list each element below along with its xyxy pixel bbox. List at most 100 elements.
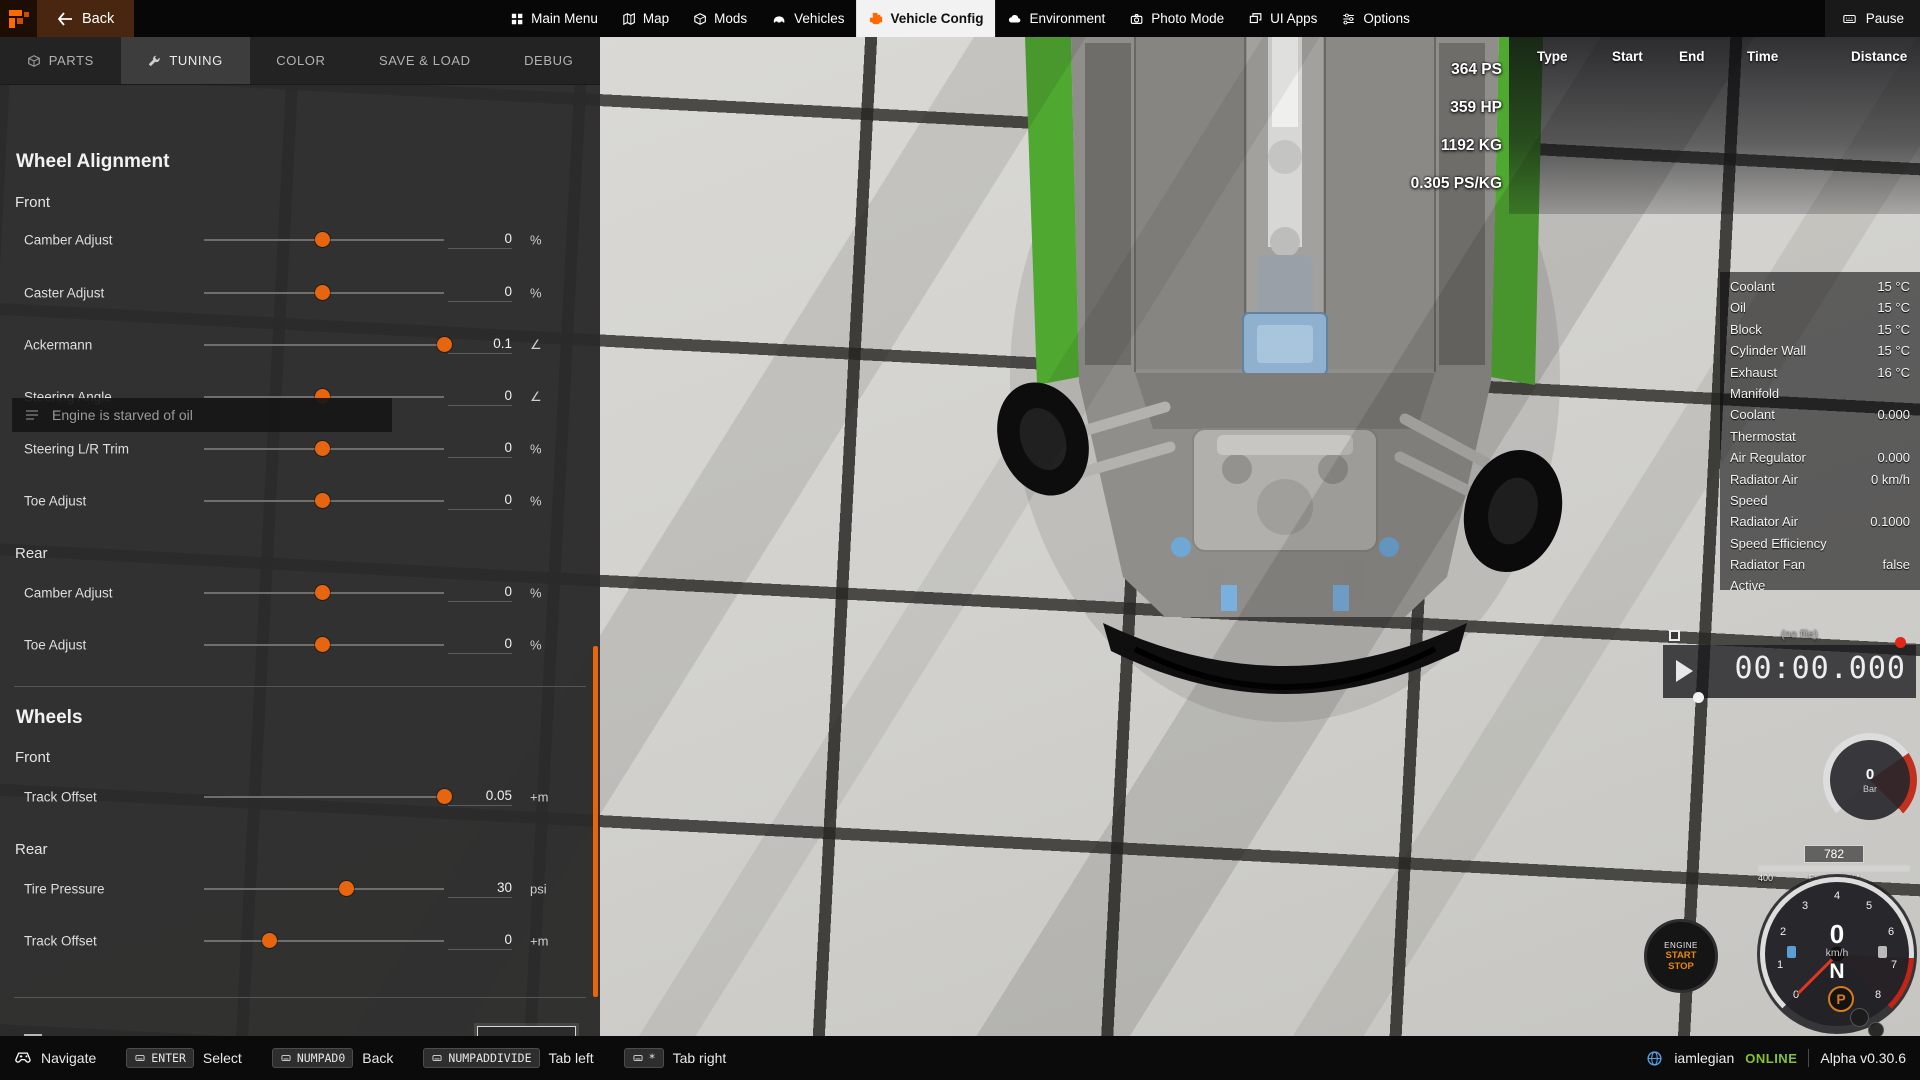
ackermann-slider[interactable] <box>204 337 444 353</box>
menu-ui-apps[interactable]: UI Apps <box>1236 0 1329 37</box>
tab-save-load[interactable]: SAVE & LOAD <box>352 37 497 84</box>
stopwatch-scrub-knob[interactable] <box>1693 692 1704 703</box>
keyboard-icon <box>134 1053 146 1063</box>
track-offset-rear-slider[interactable] <box>204 933 444 949</box>
menu-vehicle-config[interactable]: Vehicle Config <box>856 0 995 37</box>
camber-rear-slider[interactable] <box>204 585 444 601</box>
slider-handle[interactable] <box>339 881 354 896</box>
slider-handle[interactable] <box>315 585 330 600</box>
slider-unit: psi <box>530 882 547 897</box>
session-info: iamlegian ONLINE Alpha v0.30.6 <box>1646 1049 1906 1067</box>
speed-value: 0 <box>1826 921 1849 947</box>
indicator-dot <box>1850 1008 1869 1027</box>
debug-label: Air Regulator <box>1730 447 1877 468</box>
group-wheels-front: Front <box>15 749 50 766</box>
hint-label: Select <box>203 1050 242 1066</box>
menu-vehicles[interactable]: Vehicles <box>759 0 856 37</box>
track-offset-front-slider[interactable] <box>204 789 444 805</box>
slider-value-field[interactable]: 30 <box>448 880 512 898</box>
steering-trim-slider[interactable] <box>204 441 444 457</box>
slider-value-field[interactable]: 0.1 <box>448 336 512 354</box>
vehicle-stats-overlay: 364 PS 359 HP 1192 KG 0.305 PS/KG <box>1280 51 1502 203</box>
key-name: NUMPAD0 <box>297 1051 345 1065</box>
debug-label: Speed <box>1730 490 1910 511</box>
back-button[interactable]: Back <box>37 0 134 37</box>
slider-label: Toe Adjust <box>24 494 86 509</box>
slider-handle[interactable] <box>315 441 330 456</box>
toe-rear-slider[interactable] <box>204 637 444 653</box>
menu-label: Main Menu <box>531 11 598 26</box>
slider-value-field[interactable]: 0 <box>448 584 512 602</box>
debug-label: Radiator Air <box>1730 469 1871 490</box>
debug-label: Oil <box>1730 297 1877 318</box>
slider-unit: +m <box>530 934 548 949</box>
slider-row-track-offset-rear: Track Offset 0 +m <box>0 915 600 967</box>
slider-value-field[interactable]: 0 <box>448 440 512 458</box>
stopwatch-time: 00:00.000 <box>1734 651 1906 686</box>
slider-value-field[interactable]: 0 <box>448 388 512 406</box>
slider-unit: % <box>530 494 542 509</box>
slider-value-field[interactable]: 0 <box>448 492 512 510</box>
caster-front-slider[interactable] <box>204 285 444 301</box>
menu-map[interactable]: Map <box>610 0 681 37</box>
group-rear: Rear <box>15 545 48 562</box>
play-icon[interactable] <box>1676 660 1693 682</box>
menu-options[interactable]: Options <box>1329 0 1422 37</box>
debug-label: Block <box>1730 319 1877 340</box>
menu-mods[interactable]: Mods <box>681 0 759 37</box>
menu-photo-mode[interactable]: Photo Mode <box>1117 0 1236 37</box>
debug-label: Radiator Fan <box>1730 554 1883 575</box>
debug-label: Exhaust <box>1730 362 1877 383</box>
engine-button-label: ENGINE <box>1664 941 1698 950</box>
back-arrow-icon <box>57 12 73 26</box>
tab-label: SAVE & LOAD <box>379 53 471 68</box>
slider-value-field[interactable]: 0 <box>448 231 512 249</box>
key-badge: ENTER <box>126 1048 194 1068</box>
slider-value-field[interactable]: 0 <box>448 284 512 302</box>
timing-header-type: Type <box>1537 49 1568 64</box>
tab-tuning[interactable]: TUNING <box>121 37 250 84</box>
debug-label: Thermostat <box>1730 426 1910 447</box>
slider-handle[interactable] <box>315 232 330 247</box>
panel-scrollbar[interactable] <box>593 646 598 997</box>
record-indicator-icon[interactable] <box>1895 637 1906 648</box>
tab-parts[interactable]: PARTS <box>0 37 121 84</box>
timing-header-end: End <box>1679 49 1705 64</box>
slider-handle[interactable] <box>315 637 330 652</box>
section-wheels: Wheels <box>16 707 83 729</box>
tire-pressure-rear-slider[interactable] <box>204 881 444 897</box>
menu-label: UI Apps <box>1270 11 1317 26</box>
slider-handle[interactable] <box>315 493 330 508</box>
hint-tab-left: NUMPADDIVIDE Tab left <box>423 1048 593 1068</box>
slider-value-field[interactable]: 0.05 <box>448 788 512 806</box>
menu-environment[interactable]: Environment <box>995 0 1117 37</box>
toe-front-slider[interactable] <box>204 493 444 509</box>
camber-front-slider[interactable] <box>204 232 444 248</box>
ui-apps-icon <box>1248 12 1263 26</box>
pause-label: Pause <box>1866 11 1904 26</box>
slider-value-field[interactable]: 0 <box>448 932 512 950</box>
slider-handle[interactable] <box>315 285 330 300</box>
wrench-icon <box>147 54 161 68</box>
slider-value-field[interactable]: 0 <box>448 636 512 654</box>
hint-label: Tab left <box>549 1050 594 1066</box>
tab-color[interactable]: COLOR <box>250 37 353 84</box>
tab-label: COLOR <box>276 53 325 68</box>
slider-handle[interactable] <box>262 933 277 948</box>
pause-button[interactable]: Pause <box>1825 0 1920 37</box>
key-name: ENTER <box>151 1051 186 1065</box>
menu-label: Vehicles <box>794 11 844 26</box>
stopwatch-file-icon[interactable] <box>1669 630 1680 641</box>
keyboard-icon <box>280 1053 292 1063</box>
gear-indicator: N <box>1826 960 1849 984</box>
slider-label: Camber Adjust <box>24 233 113 248</box>
vehicle-config-panel: PARTS TUNING COLOR SAVE & LOAD DEBUG Whe… <box>0 37 600 1036</box>
slider-row-camber-rear: Camber Adjust 0 % <box>0 567 600 619</box>
tab-debug[interactable]: DEBUG <box>497 37 600 84</box>
engine-start-stop-button[interactable]: ENGINE START STOP <box>1644 919 1718 993</box>
menu-main-menu[interactable]: Main Menu <box>498 0 610 37</box>
stat-power-ps: 364 PS <box>1280 51 1502 89</box>
hint-select: ENTER Select <box>126 1048 242 1068</box>
section-wheel-alignment: Wheel Alignment <box>16 151 169 173</box>
gamepad-icon <box>14 1051 32 1065</box>
